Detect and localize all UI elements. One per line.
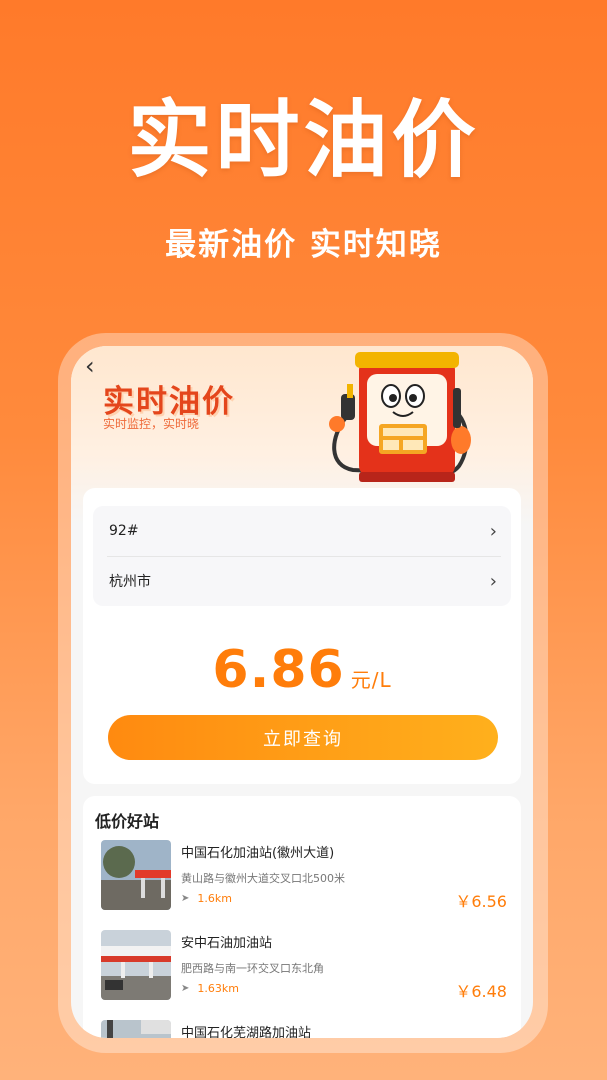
header-subtitle: 实时监控，实时晓: [103, 417, 200, 431]
price-unit: 元/L: [350, 668, 392, 692]
price-number: 6.86: [212, 640, 345, 700]
banner-title: 实时油价: [127, 91, 480, 189]
selector-box: 92# › 杭州市 ›: [93, 506, 511, 606]
station-address: 肥西路与南一环交叉口东北角: [181, 962, 324, 975]
query-button[interactable]: 立即查询: [108, 715, 498, 760]
station-distance-value: 1.6km: [197, 892, 232, 905]
back-arrow-icon[interactable]: ‹: [85, 352, 95, 380]
stations-card: 低价好站 中国石化加油站(徽州大道) 黄山路与徽州大道交叉口北500米 ➤ 1.…: [83, 796, 521, 1038]
fuel-pump-mascot-icon: [329, 352, 471, 482]
station-address: 黄山路与徽州大道交叉口北500米: [181, 872, 345, 885]
price-display: 6.86 元/L: [83, 644, 521, 696]
fuel-type-value: 92#: [109, 523, 139, 539]
chevron-right-icon: ›: [489, 521, 497, 542]
navigation-arrow-icon: ➤: [181, 893, 190, 904]
stations-title: 低价好站: [95, 812, 160, 831]
query-card: 92# › 杭州市 › 6.86 元/L 立即查询: [83, 488, 521, 784]
station-distance: ➤ 1.63km: [181, 982, 239, 995]
station-name: 安中石油加油站: [181, 936, 273, 951]
city-selector[interactable]: 杭州市 ›: [93, 556, 511, 606]
station-price: ￥6.48: [455, 982, 507, 1001]
station-distance-value: 1.63km: [197, 982, 239, 995]
banner-subtitle: 最新油价 实时知晓: [165, 227, 442, 263]
station-name: 中国石化加油站(徽州大道): [181, 846, 335, 861]
station-price: ￥6.56: [455, 892, 507, 911]
station-photo: [101, 1020, 171, 1038]
station-photo: [101, 840, 171, 910]
phone-screen: ‹ 实时油价 实时监控，实时晓 92# › 杭州市 › 6.86 元/L 立即查…: [71, 346, 533, 1038]
city-value: 杭州市: [109, 574, 151, 590]
station-item[interactable]: 安中石油加油站 肥西路与南一环交叉口东北角 ➤ 1.63km ￥6.48: [101, 930, 511, 1002]
fuel-type-selector[interactable]: 92# ›: [93, 506, 511, 556]
station-item[interactable]: 中国石化芜湖路加油站: [101, 1020, 511, 1038]
station-distance: ➤ 1.6km: [181, 892, 232, 905]
station-name: 中国石化芜湖路加油站: [181, 1026, 312, 1038]
station-item[interactable]: 中国石化加油站(徽州大道) 黄山路与徽州大道交叉口北500米 ➤ 1.6km ￥…: [101, 840, 511, 912]
navigation-arrow-icon: ➤: [181, 983, 190, 994]
chevron-right-icon: ›: [489, 571, 497, 592]
station-photo: [101, 930, 171, 1000]
